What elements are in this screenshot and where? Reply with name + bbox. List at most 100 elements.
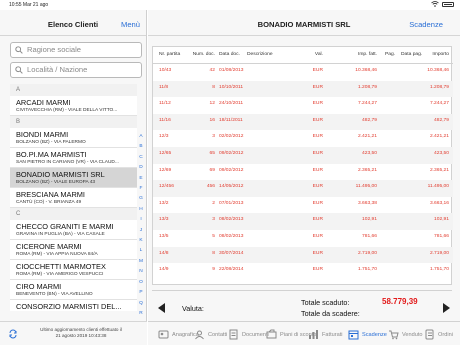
table-row[interactable]: 13/2 2 07/01/2013 EUR 3.663,38 3.663,16 (153, 197, 453, 214)
index-letter[interactable]: B (137, 142, 145, 152)
cell-importo: 11.495,00 (427, 184, 449, 190)
cell-partita: 10/43 (159, 68, 172, 73)
column-header-pag[interactable]: Pag. (385, 52, 395, 57)
table-row[interactable]: 14/8 8 30/07/2014 EUR 2.719,00 2.719,00 (153, 246, 453, 264)
client-list-item[interactable]: CIOCCHETTI MARMOTEX ROMA (RM) - VIA AMERI… (10, 260, 137, 280)
cell-num-doc: 12 (209, 101, 215, 107)
search-ragione-sociale[interactable]: Ragione sociale (10, 42, 142, 58)
table-row[interactable]: 11/8 8 10/10/2011 EUR 1.208,79 1.208,79 (153, 80, 453, 98)
cell-partita: 11/16 (159, 117, 171, 123)
index-letter[interactable]: N (137, 267, 145, 277)
client-address: BENEVENTO (BN) - VIA AVELLINO (16, 292, 93, 297)
client-list[interactable]: A ARCADI MARMI CIVITAVECCHIA (RM) - VIALE … (10, 84, 137, 311)
cell-partita: 12/69 (159, 167, 172, 173)
index-letter[interactable]: K (137, 236, 145, 246)
cell-importo: 10.368,46 (427, 68, 449, 73)
index-letter[interactable]: P (137, 288, 145, 298)
table-row[interactable]: 11/16 16 18/11/2011 EUR 482,79 482,79 (153, 113, 453, 131)
table-row[interactable]: 12/65 65 09/02/2012 EUR 423,50 423,50 (153, 147, 453, 164)
index-letter[interactable]: C (137, 153, 145, 163)
menu-button[interactable]: Menù (121, 20, 140, 29)
cell-data-doc: 09/02/2012 (219, 151, 244, 156)
alphabet-index[interactable]: ABCDEFGHIJKLMNOPQRS (137, 132, 145, 330)
table-row[interactable]: 12/69 69 09/02/2012 EUR 2.365,21 2.365,21 (153, 164, 453, 181)
client-name: CHECCO GRANITI E MARMI (16, 222, 114, 231)
client-name: BIONDI MARMI (16, 130, 69, 139)
contacts-icon (195, 330, 204, 340)
search-localita[interactable]: Località / Nazione (10, 62, 142, 78)
cell-partita: 14/8 (159, 250, 169, 256)
index-letter[interactable]: H (137, 205, 145, 215)
cell-imp-fatt: 102,91 (362, 217, 377, 223)
column-header-imp-fatt[interactable]: Imp. fatt. (331, 52, 377, 57)
tab-label: Contatti (208, 332, 228, 338)
bar-chart-icon (309, 330, 318, 339)
table-row[interactable]: 13/3 3 08/02/2013 EUR 102,91 102,91 (153, 213, 453, 230)
cell-data-doc: 10/10/2011 (219, 84, 244, 90)
table-row[interactable]: 12/456 456 14/05/2012 EUR 11.495,00 11.495,00 (153, 180, 453, 197)
client-list-item[interactable]: BO.PI.MA MARMISTI SAN PIETRO IN CARIANO (… (10, 148, 137, 168)
cell-data-doc: 22/08/2014 (219, 267, 244, 273)
cell-imp-fatt: 482,79 (362, 117, 377, 123)
client-list-item[interactable]: ARCADI MARMI CIVITAVECCHIA (RM) - VIALE D… (10, 96, 137, 116)
index-letter[interactable]: Q (137, 299, 145, 309)
index-letter[interactable]: L (137, 246, 145, 256)
client-list-item[interactable]: CIRO MARMI BENEVENTO (BN) - VIA AVELLINO (10, 280, 137, 300)
client-list-item[interactable]: BIONDI MARMI BOLZANO (BZ) - VIA PALERMO (10, 128, 137, 148)
totale-scaduto-value: 58.779,39 (382, 297, 418, 306)
search-icon (15, 66, 23, 74)
column-header-descrizione[interactable]: Descrizione (247, 52, 273, 57)
sync-icon[interactable] (8, 329, 18, 339)
client-name: CICERONE MARMI (16, 242, 82, 251)
next-arrow-icon[interactable] (443, 303, 450, 313)
column-header-importo[interactable]: Importo (421, 52, 449, 57)
search-ragione-placeholder: Ragione sociale (27, 45, 82, 54)
table-row[interactable]: 11/12 12 24/10/2011 EUR 7.244,27 7.244,27 (153, 97, 453, 114)
index-letter[interactable]: A (137, 132, 145, 142)
client-list-item[interactable]: CICERONE MARMI ROMA (RM) - VIA APPIA NUOV… (10, 240, 137, 260)
index-letter[interactable]: F (137, 184, 145, 194)
index-letter[interactable]: E (137, 174, 145, 184)
sync-footer: Ultimo aggiornamento clienti effettuato … (0, 321, 147, 345)
table-row[interactable]: 12/3 3 02/02/2012 EUR 2.421,21 2.421,21 (153, 130, 453, 147)
bottom-tab-bar: Anagrafica Contatti Documenti Piani di scon… (148, 321, 460, 345)
cell-valuta: EUR (312, 200, 323, 206)
column-header-valuta[interactable]: Val. (301, 52, 323, 57)
column-header-num-doc[interactable]: Num. doc. (189, 52, 215, 57)
cell-importo: 1.751,70 (429, 267, 449, 273)
column-header-data-pag[interactable]: Data pag. (401, 52, 422, 57)
client-address: BOLZANO (BZ) - VIALE EUROPA 43 (16, 180, 96, 185)
client-address: CIVITAVECCHIA (RM) - VIALE DELLA VITTO..… (16, 108, 118, 113)
client-name: BONADIO MARMISTI SRL (16, 170, 105, 179)
cell-partita: 13/2 (159, 200, 169, 206)
cell-valuta: EUR (312, 151, 323, 156)
search-localita-placeholder: Località / Nazione (27, 65, 88, 74)
table-row[interactable]: 13/5 5 08/02/2013 EUR 781,66 781,66 (153, 230, 453, 247)
client-list-item[interactable]: CHECCO GRANITI E MARMI GRAVINA IN PUGLIA … (10, 220, 137, 240)
table-row[interactable]: 10/43 42 01/08/2013 EUR 10.368,46 10.368,46 (153, 64, 453, 81)
index-letter[interactable]: O (137, 278, 145, 288)
column-header-data-doc[interactable]: Data doc. (219, 52, 240, 57)
column-header-partita[interactable]: Nr. partita (159, 52, 180, 57)
cell-num-doc: 456 (206, 184, 215, 190)
client-address: BOLZANO (BZ) - VIA PALERMO (16, 140, 86, 145)
cell-valuta: EUR (312, 101, 323, 107)
cell-importo: 7.244,27 (429, 101, 449, 107)
cell-data-doc: 01/08/2013 (219, 68, 244, 73)
cell-partita: 13/5 (159, 234, 169, 239)
index-letter[interactable]: D (137, 163, 145, 173)
cell-valuta: EUR (312, 250, 323, 256)
index-letter[interactable]: M (137, 257, 145, 267)
previous-arrow-icon[interactable] (158, 303, 165, 313)
scadenze-button[interactable]: Scadenze (409, 20, 443, 29)
table-row[interactable]: 14/9 9 22/08/2014 EUR 1.751,70 1.751,70 (153, 263, 453, 280)
index-letter[interactable]: J (137, 226, 145, 236)
client-list-item[interactable]: BRESCIANA MARMI CANTÙ (CO) - V. BRIANZA 4… (10, 188, 137, 208)
client-list-item[interactable]: CONSORZIO MARMISTI DEL... (10, 300, 137, 311)
client-list-item[interactable]: BONADIO MARMISTI SRL BOLZANO (BZ) - VIALE… (10, 168, 137, 188)
id-card-icon (158, 330, 169, 339)
index-letter[interactable]: R (137, 309, 145, 319)
cell-partita: 13/3 (159, 217, 169, 223)
index-letter[interactable]: I (137, 215, 145, 225)
index-letter[interactable]: G (137, 194, 145, 204)
